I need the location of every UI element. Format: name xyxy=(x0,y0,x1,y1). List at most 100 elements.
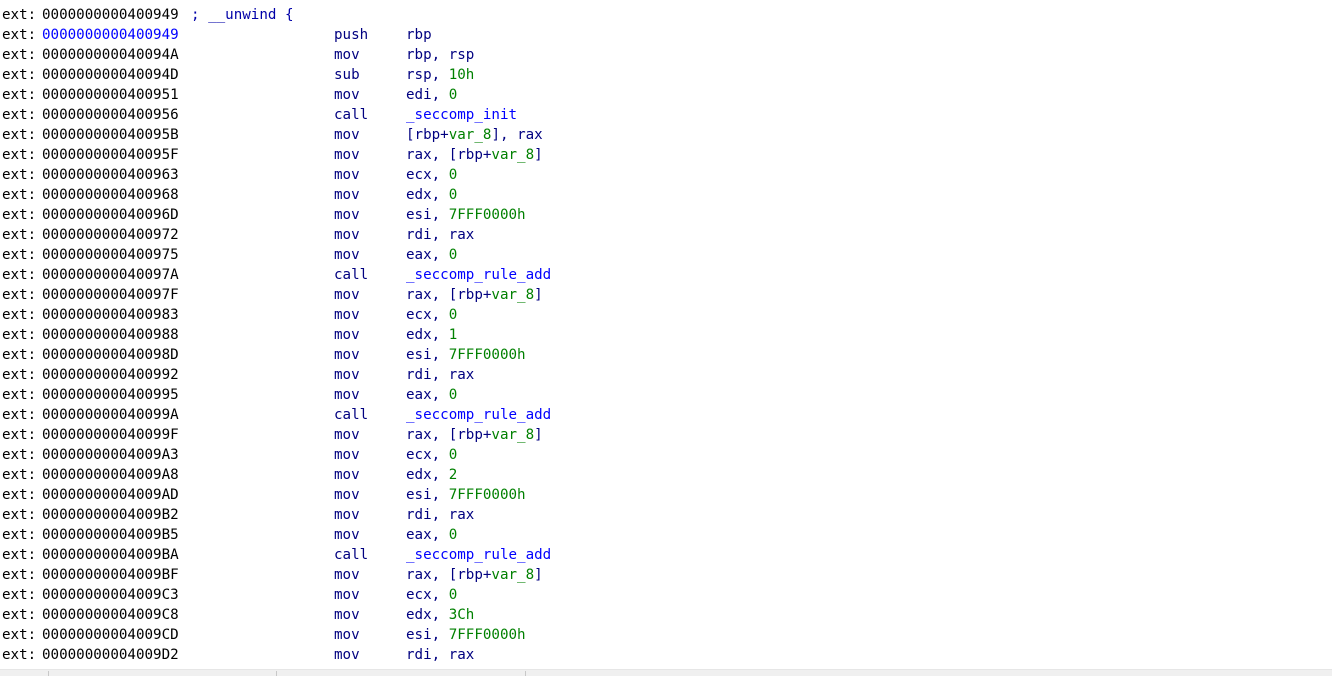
instruction-mnemonic[interactable]: mov xyxy=(334,465,360,485)
instruction-operands[interactable]: _seccomp_rule_add xyxy=(406,405,551,425)
instruction-mnemonic[interactable]: mov xyxy=(334,165,360,185)
operand-immediate[interactable]: 0 xyxy=(449,307,458,323)
line-address[interactable]: 0000000000400951 xyxy=(42,85,179,105)
line-address[interactable]: 00000000004009A8 xyxy=(42,465,179,485)
operand-register[interactable]: rax xyxy=(449,647,475,663)
instruction-operands[interactable]: ecx, 0 xyxy=(406,445,457,465)
instruction-operands[interactable]: rdi, rax xyxy=(406,225,474,245)
instruction-mnemonic[interactable]: mov xyxy=(334,285,360,305)
operand-immediate[interactable]: 7FFF0000h xyxy=(449,347,526,363)
instruction-operands[interactable]: edx, 0 xyxy=(406,185,457,205)
instruction-line[interactable]: ext: 000000000040099F mov rax, [rbp+var_8] xyxy=(2,425,1332,445)
instruction-operands[interactable]: esi, 7FFF0000h xyxy=(406,345,526,365)
instruction-mnemonic[interactable]: mov xyxy=(334,205,360,225)
instruction-operands[interactable]: _seccomp_init xyxy=(406,105,517,125)
operand-register[interactable]: ecx xyxy=(406,167,432,183)
operand-register[interactable]: esi xyxy=(406,487,432,503)
operand-register[interactable]: eax xyxy=(406,387,432,403)
operand-register[interactable]: rbp xyxy=(406,47,432,63)
instruction-mnemonic[interactable]: mov xyxy=(334,325,360,345)
operand-register[interactable]: ecx xyxy=(406,447,432,463)
instruction-line[interactable]: ext: 00000000004009CD mov esi, 7FFF0000h xyxy=(2,625,1332,645)
listing-header-line[interactable]: ext: 0000000000400949 ; __unwind { xyxy=(2,5,1332,25)
instruction-mnemonic[interactable]: mov xyxy=(334,345,360,365)
instruction-line[interactable]: ext: 000000000040097F mov rax, [rbp+var_8] xyxy=(2,285,1332,305)
instruction-line[interactable]: ext: 0000000000400995 mov eax, 0 xyxy=(2,385,1332,405)
instruction-line[interactable]: ext: 00000000004009AD mov esi, 7FFF0000h xyxy=(2,485,1332,505)
instruction-line[interactable]: ext: 00000000004009D2 mov rdi, rax xyxy=(2,645,1332,665)
operand-stack-variable[interactable]: var_8 xyxy=(491,147,534,163)
instruction-line[interactable]: ext: 000000000040097A call _seccomp_rule_ad… xyxy=(2,265,1332,285)
operand-register[interactable]: rax xyxy=(406,427,432,443)
operand-stack-variable[interactable]: var_8 xyxy=(491,287,534,303)
instruction-operands[interactable]: edx, 3Ch xyxy=(406,605,474,625)
operand-immediate[interactable]: 0 xyxy=(449,447,458,463)
instruction-line[interactable]: ext: 000000000040094D sub rsp, 10h xyxy=(2,65,1332,85)
instruction-operands[interactable]: ecx, 0 xyxy=(406,585,457,605)
instruction-mnemonic[interactable]: mov xyxy=(334,605,360,625)
line-address[interactable]: 00000000004009CD xyxy=(42,625,179,645)
instruction-mnemonic[interactable]: mov xyxy=(334,305,360,325)
line-address[interactable]: 0000000000400972 xyxy=(42,225,179,245)
instruction-operands[interactable]: rdi, rax xyxy=(406,365,474,385)
operand-immediate[interactable]: 0 xyxy=(449,387,458,403)
line-address[interactable]: 00000000004009B2 xyxy=(42,505,179,525)
operand-immediate[interactable]: 2 xyxy=(449,467,458,483)
instruction-line[interactable]: ext: 0000000000400975 mov eax, 0 xyxy=(2,245,1332,265)
instruction-operands[interactable]: [rbp+var_8], rax xyxy=(406,125,543,145)
operand-register[interactable]: rbp xyxy=(406,27,432,43)
line-address[interactable]: 00000000004009C8 xyxy=(42,605,179,625)
instruction-mnemonic[interactable]: mov xyxy=(334,85,360,105)
operand-immediate[interactable]: 7FFF0000h xyxy=(449,487,526,503)
instruction-mnemonic[interactable]: mov xyxy=(334,485,360,505)
operand-register[interactable]: esi xyxy=(406,347,432,363)
instruction-mnemonic[interactable]: mov xyxy=(334,385,360,405)
operand-register[interactable]: esi xyxy=(406,207,432,223)
line-address[interactable]: 00000000004009D2 xyxy=(42,645,179,665)
instruction-mnemonic[interactable]: mov xyxy=(334,585,360,605)
instruction-line[interactable]: ext: 0000000000400972 mov rdi, rax xyxy=(2,225,1332,245)
instruction-line[interactable]: ext: 000000000040096D mov esi, 7FFF0000h xyxy=(2,205,1332,225)
instruction-operands[interactable]: ecx, 0 xyxy=(406,305,457,325)
instruction-line[interactable]: ext: 00000000004009A3 mov ecx, 0 xyxy=(2,445,1332,465)
instruction-mnemonic[interactable]: mov xyxy=(334,125,360,145)
operand-register[interactable]: rdi xyxy=(406,227,432,243)
instruction-operands[interactable]: ecx, 0 xyxy=(406,165,457,185)
operand-register[interactable]: rax xyxy=(406,147,432,163)
operand-register[interactable]: eax xyxy=(406,527,432,543)
instruction-line[interactable]: ext: 0000000000400963 mov ecx, 0 xyxy=(2,165,1332,185)
instruction-line[interactable]: ext: 000000000040099A call _seccomp_rule_ad… xyxy=(2,405,1332,425)
operand-register[interactable]: rsp xyxy=(449,47,475,63)
line-address[interactable]: 0000000000400956 xyxy=(42,105,179,125)
instruction-line[interactable]: ext: 00000000004009BF mov rax, [rbp+var_8] xyxy=(2,565,1332,585)
operand-immediate[interactable]: 0 xyxy=(449,187,458,203)
instruction-operands[interactable]: esi, 7FFF0000h xyxy=(406,625,526,645)
line-address[interactable]: 0000000000400968 xyxy=(42,185,179,205)
operand-stack-variable[interactable]: var_8 xyxy=(491,567,534,583)
instruction-operands[interactable]: esi, 7FFF0000h xyxy=(406,205,526,225)
instruction-operands[interactable]: rax, [rbp+var_8] xyxy=(406,425,543,445)
instruction-operands[interactable]: rax, [rbp+var_8] xyxy=(406,285,543,305)
instruction-line[interactable]: ext: 0000000000400968 mov edx, 0 xyxy=(2,185,1332,205)
line-address[interactable]: 000000000040097F xyxy=(42,285,179,305)
instruction-line[interactable]: ext: 0000000000400988 mov edx, 1 xyxy=(2,325,1332,345)
instruction-line[interactable]: ext: 00000000004009C3 mov ecx, 0 xyxy=(2,585,1332,605)
instruction-line[interactable]: ext: 000000000040095B mov [rbp+var_8], rax xyxy=(2,125,1332,145)
instruction-mnemonic[interactable]: mov xyxy=(334,565,360,585)
line-address[interactable]: 000000000040095B xyxy=(42,125,179,145)
operand-immediate[interactable]: 0 xyxy=(449,247,458,263)
line-address[interactable]: 00000000004009A3 xyxy=(42,445,179,465)
instruction-mnemonic[interactable]: mov xyxy=(334,445,360,465)
instruction-mnemonic[interactable]: push xyxy=(334,25,368,45)
instruction-line[interactable]: ext: 000000000040094A mov rbp, rsp xyxy=(2,45,1332,65)
line-address[interactable]: 000000000040098D xyxy=(42,345,179,365)
operand-register[interactable]: rsp xyxy=(406,67,432,83)
operand-register[interactable]: rax xyxy=(449,367,475,383)
operand-function-name[interactable]: _seccomp_init xyxy=(406,107,517,123)
instruction-line[interactable]: ext: 00000000004009BA call _seccomp_rule_ad… xyxy=(2,545,1332,565)
operand-immediate[interactable]: 0 xyxy=(449,167,458,183)
operand-immediate[interactable]: 1 xyxy=(449,327,458,343)
operand-register[interactable]: rdi xyxy=(406,507,432,523)
operand-register[interactable]: edi xyxy=(406,87,432,103)
line-address[interactable]: 0000000000400949 xyxy=(42,5,179,25)
